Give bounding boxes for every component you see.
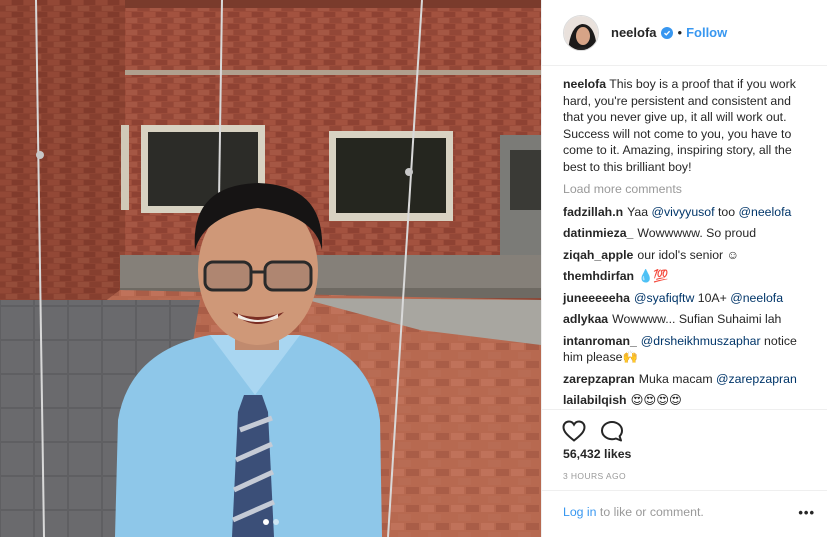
verified-badge-icon bbox=[660, 26, 673, 39]
follow-button[interactable]: Follow bbox=[686, 25, 727, 40]
comment-username[interactable]: adlykaa bbox=[563, 312, 608, 326]
load-more-comments-button[interactable]: Load more comments bbox=[563, 181, 813, 198]
comment-username[interactable]: intanroman_ bbox=[563, 334, 637, 348]
photo-image bbox=[0, 0, 541, 537]
comment-username[interactable]: themhdirfan bbox=[563, 269, 634, 283]
post-timestamp[interactable]: 3 HOURS AGO bbox=[563, 471, 626, 481]
comment-item: themhdirfan 💧💯 bbox=[563, 268, 813, 285]
comment-text: Yaa bbox=[627, 204, 652, 219]
comment-text: Muka macam bbox=[638, 371, 716, 386]
heart-icon[interactable] bbox=[562, 420, 586, 447]
comment-item: fadzillah.n Yaa @vivyyusof too @neelofa bbox=[563, 204, 813, 221]
comment-text: Wowwww... Sufian Suhaimi lah bbox=[612, 312, 782, 326]
carousel-dot[interactable] bbox=[272, 519, 279, 525]
comment-text: too bbox=[714, 204, 739, 219]
actions-divider bbox=[542, 409, 827, 410]
comments-list: neelofa This boy is a proof that if you … bbox=[563, 76, 813, 414]
comment-icon[interactable] bbox=[600, 420, 624, 447]
comment-item: zarepzapran Muka macam @zarepzapran bbox=[563, 371, 813, 388]
avatar[interactable] bbox=[563, 14, 599, 51]
separator-dot: • bbox=[677, 25, 683, 40]
comment-mention-link[interactable]: @syafiqftw bbox=[634, 291, 694, 305]
login-prompt-text: to like or comment. bbox=[596, 505, 704, 519]
comment-text: 😍😍😍😍 bbox=[630, 393, 682, 407]
comment-mention-link[interactable]: @vivyyusof bbox=[652, 205, 715, 219]
comment-username[interactable]: datinmieza_ bbox=[563, 226, 633, 240]
more-options-icon[interactable]: ••• bbox=[798, 505, 815, 520]
likes-count[interactable]: 56,432 likes bbox=[563, 447, 631, 461]
comment-item: datinmieza_ Wowwwww. So proud bbox=[563, 225, 813, 242]
post-side-panel: neelofa • Follow neelofa This boy is a p… bbox=[541, 0, 827, 537]
username[interactable]: neelofa bbox=[611, 25, 657, 40]
comment-item: intanroman_ @drsheikhmuszaphar notice him… bbox=[563, 333, 813, 366]
post-header: neelofa • Follow bbox=[542, 0, 827, 66]
avatar-image bbox=[564, 15, 598, 50]
caption-text: This boy is a proof that if you work har… bbox=[563, 77, 796, 174]
comment-username[interactable]: lailabilqish bbox=[563, 393, 627, 407]
comment-mention-link[interactable]: @neelofa bbox=[730, 291, 783, 305]
post-photo[interactable] bbox=[0, 0, 541, 537]
login-link[interactable]: Log in bbox=[563, 505, 597, 519]
carousel-dots bbox=[0, 519, 541, 525]
comment-item: adlykaa Wowwww... Sufian Suhaimi lah bbox=[563, 311, 813, 328]
comment-text: 10A+ bbox=[694, 290, 731, 305]
caption-username[interactable]: neelofa bbox=[563, 77, 606, 91]
comment-mention-link[interactable]: @neelofa bbox=[739, 205, 792, 219]
comment-username[interactable]: juneeeeeha bbox=[563, 291, 630, 305]
comment-mention-link[interactable]: @zarepzapran bbox=[716, 372, 797, 386]
comment-item: lailabilqish 😍😍😍😍 bbox=[563, 392, 813, 409]
comment-text: 💧💯 bbox=[638, 269, 669, 283]
comment-username[interactable]: ziqah_apple bbox=[563, 248, 633, 262]
caption: neelofa This boy is a proof that if you … bbox=[563, 76, 813, 175]
comment-mention-link[interactable]: @drsheikhmuszaphar bbox=[641, 334, 761, 348]
comment-item: juneeeeeha @syafiqftw 10A+ @neelofa bbox=[563, 290, 813, 307]
action-bar bbox=[562, 420, 624, 447]
comment-username[interactable]: fadzillah.n bbox=[563, 205, 623, 219]
comment-text: Wowwwww. So proud bbox=[637, 226, 757, 240]
comment-username[interactable]: zarepzapran bbox=[563, 372, 635, 386]
carousel-dot-active[interactable] bbox=[262, 519, 269, 525]
comment-text: our idol's senior ☺ bbox=[637, 247, 740, 262]
comment-container: fadzillah.n Yaa @vivyyusof too @neelofa da… bbox=[563, 204, 813, 409]
comment-item: ziqah_apple our idol's senior ☺ bbox=[563, 247, 813, 264]
login-prompt: Log in to like or comment. bbox=[563, 505, 704, 519]
